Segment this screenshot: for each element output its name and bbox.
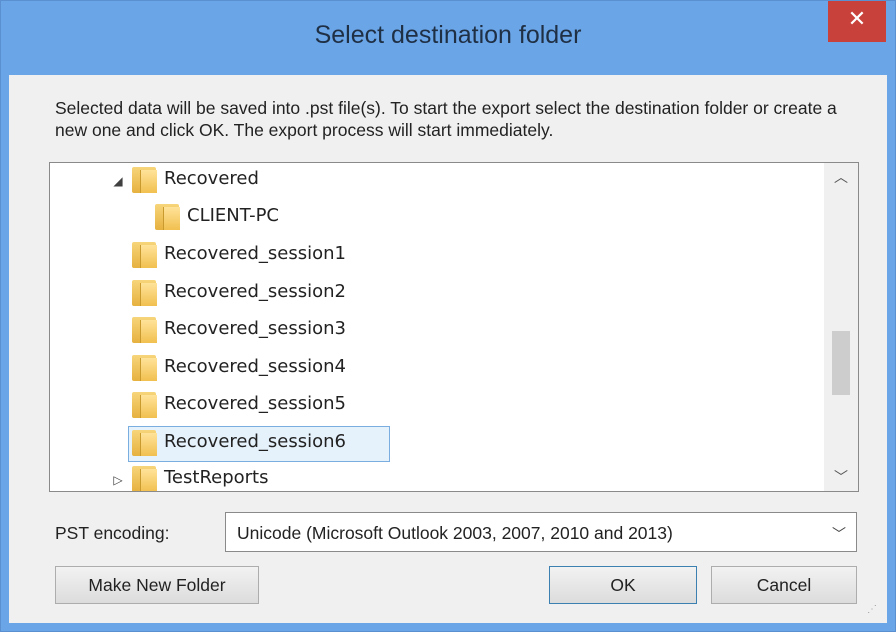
collapse-arrow-icon[interactable]: ◢ [112,175,124,187]
tree-item[interactable]: ▷ TestReports [50,462,850,491]
folder-icon [132,317,157,343]
tree-item-label: CLIENT-PC [187,205,280,226]
expand-arrow-icon[interactable]: ▷ [112,474,124,486]
tree-item-label: Recovered_session2 [164,281,346,302]
folder-icon [132,355,157,381]
folder-icon [132,280,157,306]
tree-item-label: TestReports [164,467,269,488]
tree-item-label: Recovered_session1 [164,243,346,264]
tree-item-label: Recovered_session4 [164,356,346,377]
folder-icon [132,430,157,456]
tree-item-label: Recovered_session5 [164,393,346,414]
tree-scrollbar[interactable]: ︿ ﹀ [824,163,858,491]
window-border-right [887,75,895,631]
folder-icon [132,466,157,491]
folder-icon [132,242,157,268]
description-text: Selected data will be saved into .pst fi… [55,98,837,140]
tree-item[interactable]: Recovered_session2 [50,276,850,312]
tree-item-label: Recovered [164,168,259,189]
pst-encoding-label: PST encoding: [55,523,170,543]
make-new-folder-button[interactable]: Make New Folder [55,566,259,604]
chevron-down-icon: ﹀ [832,526,846,542]
folder-tree[interactable]: ◢ Recovered CLIENT-PC Recovered_session1 Rec… [49,162,859,492]
pst-encoding-select[interactable]: Unicode (Microsoft Outlook 2003, 2007, 2… [225,512,857,552]
pst-encoding-value: Unicode (Microsoft Outlook 2003, 2007, 2… [237,523,673,543]
title-bar[interactable]: Select destination folder ✕ [1,1,895,75]
folder-icon [132,392,157,418]
window-border-left [1,75,9,631]
tree-item[interactable]: Recovered_session1 [50,238,850,274]
tree-item[interactable]: Recovered_session4 [50,351,850,387]
tree-item[interactable]: ◢ Recovered [50,163,850,199]
tree-item[interactable]: Recovered_session5 [50,388,850,424]
dialog-window: Select destination folder ✕ Selected dat… [0,0,896,632]
tree-item[interactable]: Recovered_session6 [50,426,850,462]
scroll-thumb[interactable] [832,331,850,395]
tree-item-label: Recovered_session6 [164,431,346,452]
dialog-title: Select destination folder [314,21,582,49]
chevron-down-icon: ﹀ [834,469,848,485]
close-icon: ✕ [847,7,867,32]
ok-button[interactable]: OK [549,566,697,604]
cancel-button[interactable]: Cancel [711,566,857,604]
tree-item[interactable]: Recovered_session3 [50,313,850,349]
scroll-up-button[interactable]: ︿ [824,163,858,191]
chevron-up-icon: ︿ [834,169,848,185]
close-button[interactable]: ✕ [828,1,886,42]
resize-grip-icon[interactable]: ⋰ [867,603,881,617]
folder-icon [132,167,157,193]
tree-item[interactable]: CLIENT-PC [50,200,850,236]
scroll-down-button[interactable]: ﹀ [824,463,858,491]
window-border-bottom [1,623,895,631]
folder-icon [155,204,180,230]
tree-item-label: Recovered_session3 [164,318,346,339]
